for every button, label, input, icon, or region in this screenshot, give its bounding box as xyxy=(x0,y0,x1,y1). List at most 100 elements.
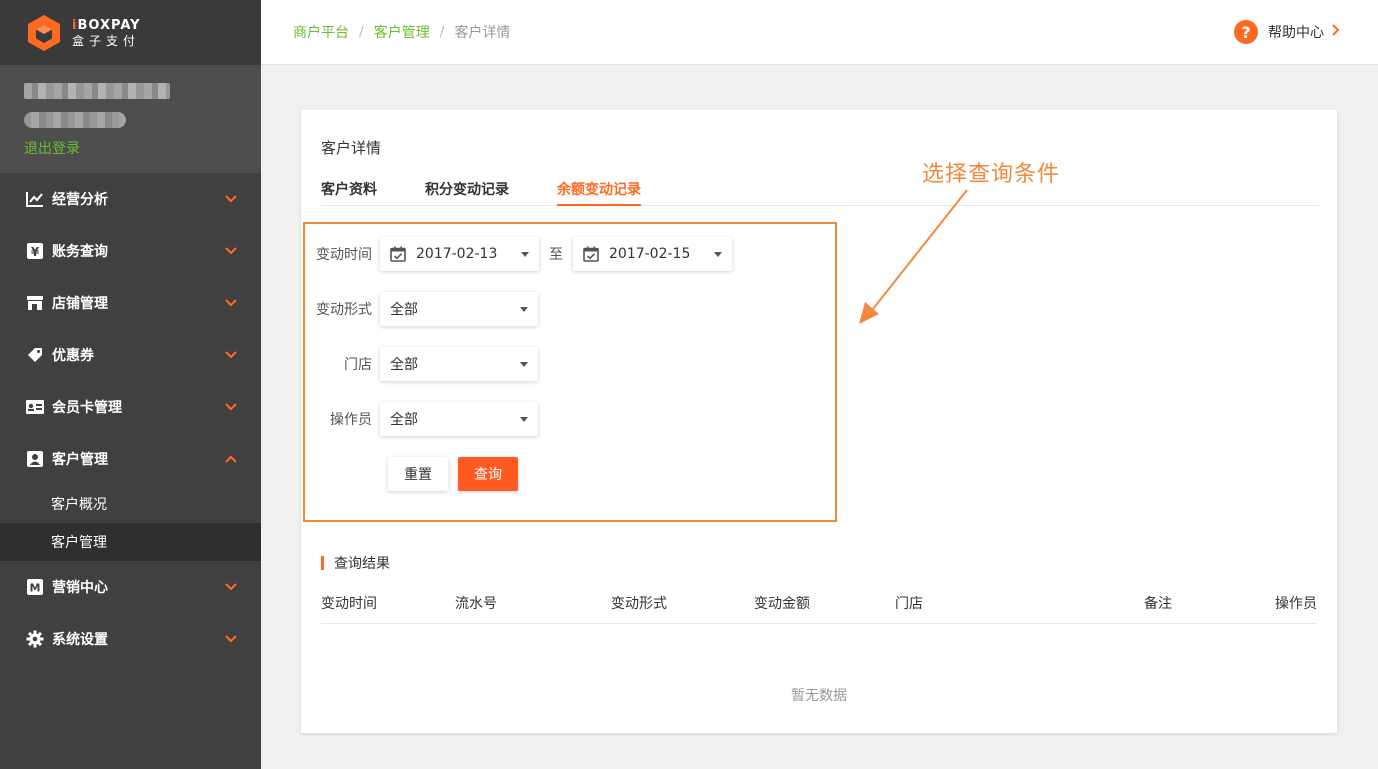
empty-state-text: 暂无数据 xyxy=(791,688,847,704)
breadcrumb: 商户平台 / 客户管理 / 客户详情 xyxy=(293,22,510,42)
operator-value: 全部 xyxy=(390,412,418,428)
caret-down-icon xyxy=(520,307,528,312)
time-filter-label: 变动时间 xyxy=(316,247,372,263)
sidebar-item-business-analysis[interactable]: 经营分析 xyxy=(0,173,261,225)
logout-link[interactable]: 退出登录 xyxy=(24,138,80,158)
sidebar-item-account-query[interactable]: ¥ 账务查询 xyxy=(0,225,261,277)
filter-actions: 重置 查询 xyxy=(388,457,518,491)
top-header: 商户平台 / 客户管理 / 客户详情 ? 帮助中心 xyxy=(261,0,1378,65)
caret-down-icon xyxy=(520,417,528,422)
operator-filter-label: 操作员 xyxy=(330,412,372,428)
sidebar-item-label: 客户管理 xyxy=(52,452,108,468)
filter-panel: 变动时间 2017-02-13 至 2017-02-15 变动形式 全部 门店 xyxy=(303,222,837,522)
query-button[interactable]: 查询 xyxy=(458,457,518,491)
coupon-icon xyxy=(26,346,44,364)
breadcrumb-current: 客户详情 xyxy=(454,25,511,41)
page-title: 客户详情 xyxy=(321,139,382,157)
user-account-redacted xyxy=(24,112,126,128)
annotation-arrow-icon xyxy=(859,189,968,324)
sidebar-item-label: 账务查询 xyxy=(52,244,108,260)
column-header: 操作员 xyxy=(1275,596,1317,612)
store-value: 全部 xyxy=(390,357,418,373)
caret-down-icon xyxy=(520,362,528,367)
chevron-down-icon xyxy=(225,244,237,258)
sidebar-item-system-settings[interactable]: 系统设置 xyxy=(0,613,261,665)
brand-logo-icon xyxy=(24,13,64,53)
sidebar-item-customer-management[interactable]: 客户管理 xyxy=(0,433,261,485)
sidebar-subitem-customer-management[interactable]: 客户管理 xyxy=(0,523,261,561)
calendar-icon xyxy=(583,246,599,262)
calendar-icon xyxy=(390,246,406,262)
yen-icon: ¥ xyxy=(26,242,44,260)
date-range-separator: 至 xyxy=(549,247,563,263)
chart-line-icon xyxy=(26,190,44,208)
sidebar-item-member-cards[interactable]: 会员卡管理 xyxy=(0,381,261,433)
sidebar-item-label: 优惠券 xyxy=(52,348,94,364)
column-header: 变动金额 xyxy=(754,596,810,612)
tab-customer-profile[interactable]: 客户资料 xyxy=(321,170,377,206)
column-header: 流水号 xyxy=(455,596,497,612)
help-icon: ? xyxy=(1234,20,1258,44)
tab-balance-records[interactable]: 余额变动记录 xyxy=(557,170,641,206)
sidebar-item-coupons[interactable]: 优惠券 xyxy=(0,329,261,381)
customer-detail-card: 客户详情 客户资料 积分变动记录 余额变动记录 变动时间 2017-02-13 … xyxy=(301,110,1337,733)
svg-text:¥: ¥ xyxy=(31,245,40,259)
breadcrumb-separator: / xyxy=(359,24,364,40)
help-center-link[interactable]: ? 帮助中心 xyxy=(1234,20,1340,44)
user-panel: 退出登录 xyxy=(0,65,261,173)
customer-icon xyxy=(26,450,44,468)
marketing-icon: M xyxy=(26,578,44,596)
section-marker xyxy=(321,556,324,570)
column-header: 变动时间 xyxy=(321,596,377,612)
brand-name: iBOXPAY 盒子支付 xyxy=(72,19,141,47)
breadcrumb-merchant-platform[interactable]: 商户平台 xyxy=(293,22,349,42)
caret-down-icon xyxy=(714,252,722,257)
detail-tabs: 客户资料 积分变动记录 余额变动记录 xyxy=(321,170,1319,206)
reset-button[interactable]: 重置 xyxy=(388,457,448,491)
filter-row-type: 变动形式 全部 xyxy=(305,292,538,326)
sidebar-item-store-management[interactable]: 店铺管理 xyxy=(0,277,261,329)
change-type-select[interactable]: 全部 xyxy=(380,292,538,326)
column-header: 变动形式 xyxy=(611,596,667,612)
filter-row-store: 门店 全部 xyxy=(305,347,538,381)
brand-name-en: BOXPAY xyxy=(77,17,141,33)
sidebar-menu: 经营分析 ¥ 账务查询 店铺管理 优惠券 会员卡管理 客户管理 客户概况 客户管… xyxy=(0,173,261,665)
end-date-picker[interactable]: 2017-02-15 xyxy=(573,237,732,271)
results-table-header: 变动时间 流水号 变动形式 变动金额 门店 备注 操作员 xyxy=(321,582,1317,624)
column-header: 门店 xyxy=(895,596,923,612)
chevron-down-icon xyxy=(225,192,237,206)
brand-name-cn: 盒子支付 xyxy=(72,33,141,48)
caret-down-icon xyxy=(521,252,529,257)
sidebar-subitem-customer-overview[interactable]: 客户概况 xyxy=(0,485,261,523)
svg-text:M: M xyxy=(30,582,41,595)
change-type-value: 全部 xyxy=(390,302,418,318)
help-label: 帮助中心 xyxy=(1268,25,1324,41)
end-date-value: 2017-02-15 xyxy=(609,246,691,262)
tab-points-records[interactable]: 积分变动记录 xyxy=(425,170,509,206)
sidebar-item-label: 店铺管理 xyxy=(52,296,108,312)
results-section-title: 查询结果 xyxy=(321,553,390,573)
chevron-right-icon xyxy=(1332,24,1340,40)
breadcrumb-customer-management[interactable]: 客户管理 xyxy=(374,22,430,42)
start-date-picker[interactable]: 2017-02-13 xyxy=(380,237,539,271)
sidebar: iBOXPAY 盒子支付 退出登录 经营分析 ¥ 账务查询 店铺管理 优惠券 会… xyxy=(0,0,261,769)
column-header: 备注 xyxy=(1144,596,1172,612)
store-select[interactable]: 全部 xyxy=(380,347,538,381)
chevron-down-icon xyxy=(225,580,237,594)
store-icon xyxy=(26,294,44,312)
user-name-redacted xyxy=(24,83,170,99)
start-date-value: 2017-02-13 xyxy=(416,246,498,262)
chevron-up-icon xyxy=(225,452,237,466)
chevron-down-icon xyxy=(225,632,237,646)
filter-row-time: 变动时间 2017-02-13 至 2017-02-15 xyxy=(305,237,732,271)
breadcrumb-separator: / xyxy=(439,24,445,40)
operator-select[interactable]: 全部 xyxy=(380,402,538,436)
sidebar-item-marketing-center[interactable]: M 营销中心 xyxy=(0,561,261,613)
sidebar-item-label: 会员卡管理 xyxy=(52,400,122,416)
card-icon xyxy=(26,398,44,416)
chevron-down-icon xyxy=(225,296,237,310)
store-filter-label: 门店 xyxy=(344,357,372,373)
type-filter-label: 变动形式 xyxy=(316,302,372,318)
gear-icon xyxy=(26,630,44,648)
chevron-down-icon xyxy=(225,348,237,362)
